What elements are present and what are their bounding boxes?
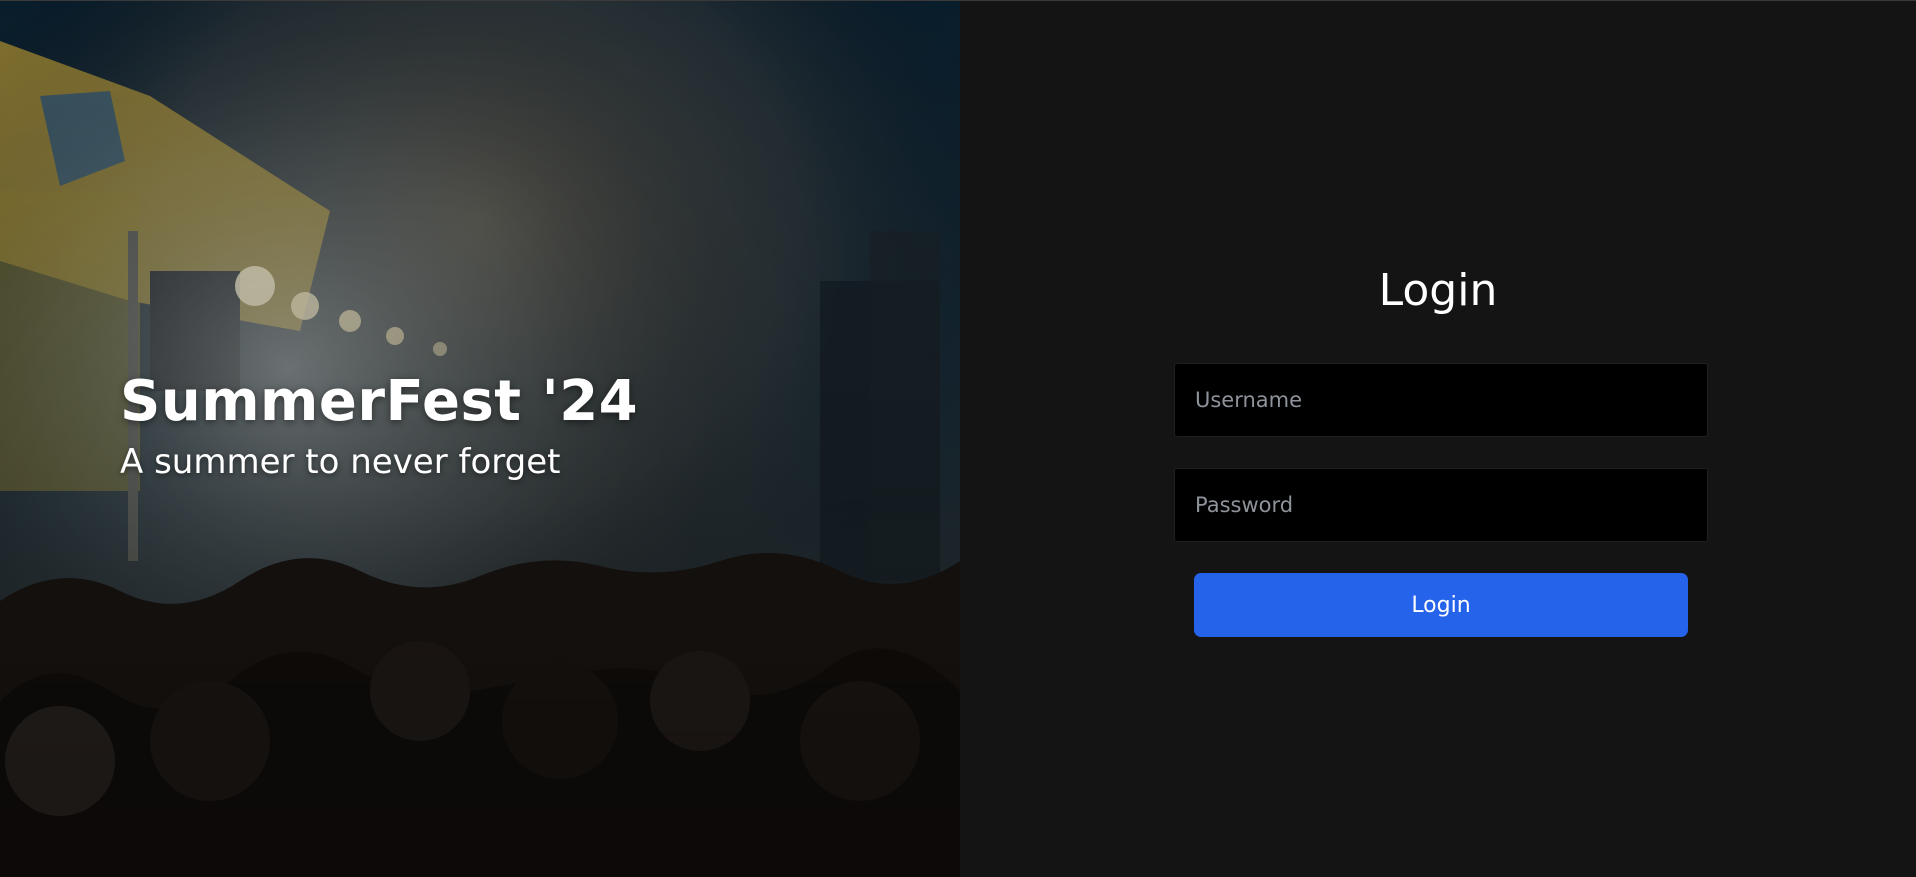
hero-title: SummerFest '24 bbox=[120, 369, 639, 434]
login-panel: Login Login bbox=[960, 1, 1916, 877]
hero-text: SummerFest '24 A summer to never forget bbox=[120, 366, 638, 484]
hero-subtitle: A summer to never forget bbox=[120, 442, 561, 482]
login-page: SummerFest '24 A summer to never forget … bbox=[0, 0, 1916, 877]
hero-section: SummerFest '24 A summer to never forget bbox=[0, 1, 960, 877]
login-button[interactable]: Login bbox=[1194, 573, 1688, 637]
password-input[interactable] bbox=[1174, 468, 1708, 542]
username-input[interactable] bbox=[1174, 363, 1708, 437]
login-heading: Login bbox=[1378, 265, 1498, 316]
